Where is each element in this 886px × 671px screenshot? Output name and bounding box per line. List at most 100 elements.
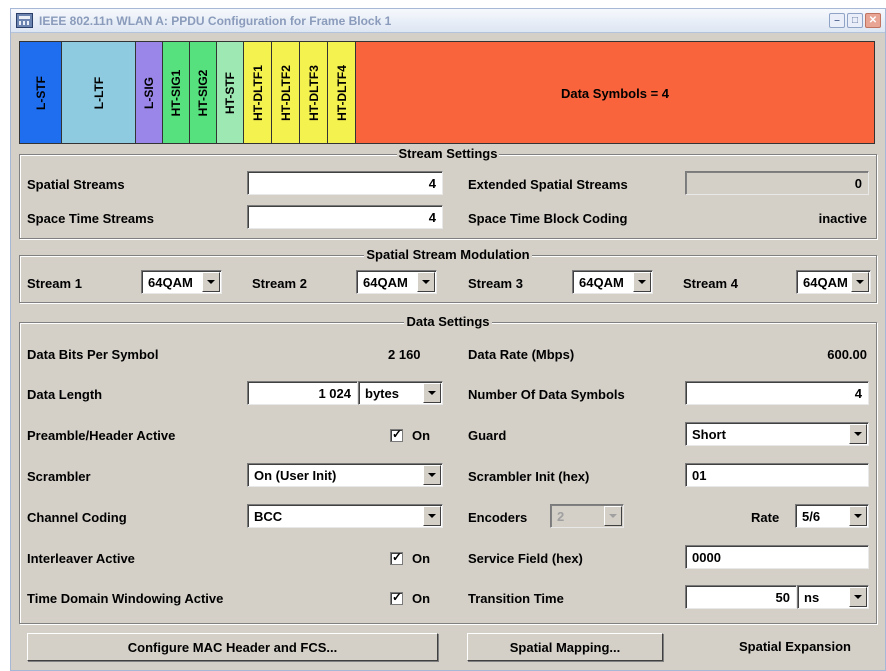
spatial-streams-label: Spatial Streams <box>27 177 125 192</box>
data-bits-per-symbol-value: 2 160 <box>388 347 421 362</box>
segment-ht-stf: HT-STF <box>217 42 244 143</box>
segment-ht-dltf1: HT-DLTF1 <box>244 42 272 143</box>
interleaver-active-label: Interleaver Active <box>27 551 135 566</box>
segment-l-sig: L-SIG <box>136 42 163 143</box>
stream-settings-group: Stream Settings Spatial Streams 4 Extend… <box>19 146 877 239</box>
data-bits-per-symbol-label: Data Bits Per Symbol <box>27 347 159 362</box>
transition-time-field[interactable]: 50 <box>685 585 797 609</box>
data-length-label: Data Length <box>27 387 103 402</box>
channel-coding-select[interactable]: BCC <box>247 504 443 528</box>
stream-1-modulation-value: 64QAM <box>148 275 193 290</box>
rate-select[interactable]: 5/6 <box>795 504 869 528</box>
segment-label: HT-DLTF2 <box>278 64 293 121</box>
chevron-down-icon <box>604 506 622 526</box>
segment-label: HT-DLTF3 <box>306 64 321 121</box>
spatial-streams-field[interactable]: 4 <box>247 171 443 195</box>
stbc-label: Space Time Block Coding <box>468 211 628 226</box>
title-bar[interactable]: IEEE 802.11n WLAN A: PPDU Configuration … <box>11 9 885 33</box>
segment-ht-sig1: HT-SIG1 <box>163 42 190 143</box>
window-title: IEEE 802.11n WLAN A: PPDU Configuration … <box>39 14 392 28</box>
interleaver-active-state: On <box>412 551 431 566</box>
stream-3-modulation-select[interactable]: 64QAM <box>572 270 653 294</box>
rate-value: 5/6 <box>802 509 821 524</box>
configure-mac-header-button[interactable]: Configure MAC Header and FCS... <box>27 633 438 661</box>
data-rate-label: Data Rate (Mbps) <box>468 347 575 362</box>
guard-label: Guard <box>468 428 507 443</box>
data-length-unit-value: bytes <box>365 386 399 401</box>
data-settings-group: Data Settings Data Bits Per Symbol 2 160… <box>19 314 877 624</box>
segment-data-symbols: Data Symbols = 4 <box>356 42 874 143</box>
time-domain-windowing-checkbox[interactable] <box>390 590 403 605</box>
stream-3-modulation-value: 64QAM <box>579 275 624 290</box>
segment-label: HT-DLTF1 <box>250 64 265 121</box>
ppdu-config-window: IEEE 802.11n WLAN A: PPDU Configuration … <box>10 8 886 671</box>
transition-time-unit-value: ns <box>804 590 820 605</box>
chevron-down-icon[interactable] <box>423 465 441 485</box>
stbc-value: inactive <box>818 211 867 226</box>
segment-label: HT-DLTF4 <box>334 64 349 121</box>
rate-label: Rate <box>751 510 780 525</box>
transition-time-label: Transition Time <box>468 591 564 606</box>
preamble-header-active-checkbox[interactable] <box>390 427 403 442</box>
scrambler-init-field[interactable]: 01 <box>685 463 869 487</box>
stream-4-modulation-value: 64QAM <box>803 275 848 290</box>
group-title: Spatial Stream Modulation <box>364 247 532 262</box>
segment-l-ltf: L-LTF <box>62 42 136 143</box>
group-title: Data Settings <box>404 314 492 329</box>
spatial-expansion-label: Spatial Expansion <box>739 639 851 654</box>
app-icon <box>16 13 33 28</box>
chevron-down-icon[interactable] <box>849 506 867 526</box>
data-rate-value: 600.00 <box>827 347 867 362</box>
stream-2-modulation-value: 64QAM <box>363 275 408 290</box>
encoders-select: 2 <box>550 504 624 528</box>
chevron-down-icon[interactable] <box>417 272 435 292</box>
channel-coding-value: BCC <box>254 509 283 524</box>
stream-1-modulation-select[interactable]: 64QAM <box>141 270 222 294</box>
stream-4-modulation-select[interactable]: 64QAM <box>796 270 871 294</box>
stream-3-label: Stream 3 <box>468 276 523 291</box>
transition-time-unit-select[interactable]: ns <box>797 585 869 609</box>
stream-2-modulation-select[interactable]: 64QAM <box>356 270 437 294</box>
chevron-down-icon[interactable] <box>851 272 869 292</box>
service-field-label: Service Field (hex) <box>468 551 583 566</box>
extended-spatial-streams-field: 0 <box>685 171 869 195</box>
preamble-header-active-state: On <box>412 428 431 443</box>
spatial-mapping-button[interactable]: Spatial Mapping... <box>467 633 663 661</box>
time-domain-windowing-label: Time Domain Windowing Active <box>27 591 224 606</box>
data-length-unit-select[interactable]: bytes <box>358 381 443 405</box>
chevron-down-icon[interactable] <box>849 424 867 444</box>
segment-label: L-LTF <box>91 76 106 109</box>
guard-select[interactable]: Short <box>685 422 869 446</box>
chevron-down-icon[interactable] <box>849 587 867 607</box>
number-of-data-symbols-label: Number Of Data Symbols <box>468 387 625 402</box>
scrambler-init-label: Scrambler Init (hex) <box>468 469 590 484</box>
segment-ht-dltf2: HT-DLTF2 <box>272 42 300 143</box>
segment-ht-sig2: HT-SIG2 <box>190 42 217 143</box>
segment-label: HT-SIG2 <box>196 69 210 116</box>
maximize-button[interactable]: □ <box>847 13 863 28</box>
segment-label: L-SIG <box>142 76 156 109</box>
channel-coding-label: Channel Coding <box>27 510 127 525</box>
segment-ht-dltf4: HT-DLTF4 <box>328 42 356 143</box>
number-of-data-symbols-field[interactable]: 4 <box>685 381 869 405</box>
chevron-down-icon[interactable] <box>633 272 651 292</box>
scrambler-select[interactable]: On (User Init) <box>247 463 443 487</box>
guard-value: Short <box>692 427 726 442</box>
segment-label: HT-SIG1 <box>169 69 183 116</box>
data-symbols-label: Data Symbols = 4 <box>560 86 670 101</box>
spatial-stream-modulation-group: Spatial Stream Modulation Stream 1 64QAM… <box>19 247 877 303</box>
chevron-down-icon[interactable] <box>202 272 220 292</box>
scrambler-value: On (User Init) <box>254 468 337 483</box>
close-button[interactable]: ✕ <box>865 13 881 28</box>
minimize-button[interactable]: – <box>829 13 845 28</box>
data-length-field[interactable]: 1 024 <box>247 381 358 405</box>
group-title: Stream Settings <box>396 146 500 161</box>
stream-4-label: Stream 4 <box>683 276 738 291</box>
chevron-down-icon[interactable] <box>423 506 441 526</box>
scrambler-label: Scrambler <box>27 469 91 484</box>
interleaver-active-checkbox[interactable] <box>390 550 403 565</box>
space-time-streams-label: Space Time Streams <box>27 211 154 226</box>
chevron-down-icon[interactable] <box>423 383 441 403</box>
space-time-streams-field[interactable]: 4 <box>247 205 443 229</box>
service-field-input[interactable]: 0000 <box>685 545 869 569</box>
